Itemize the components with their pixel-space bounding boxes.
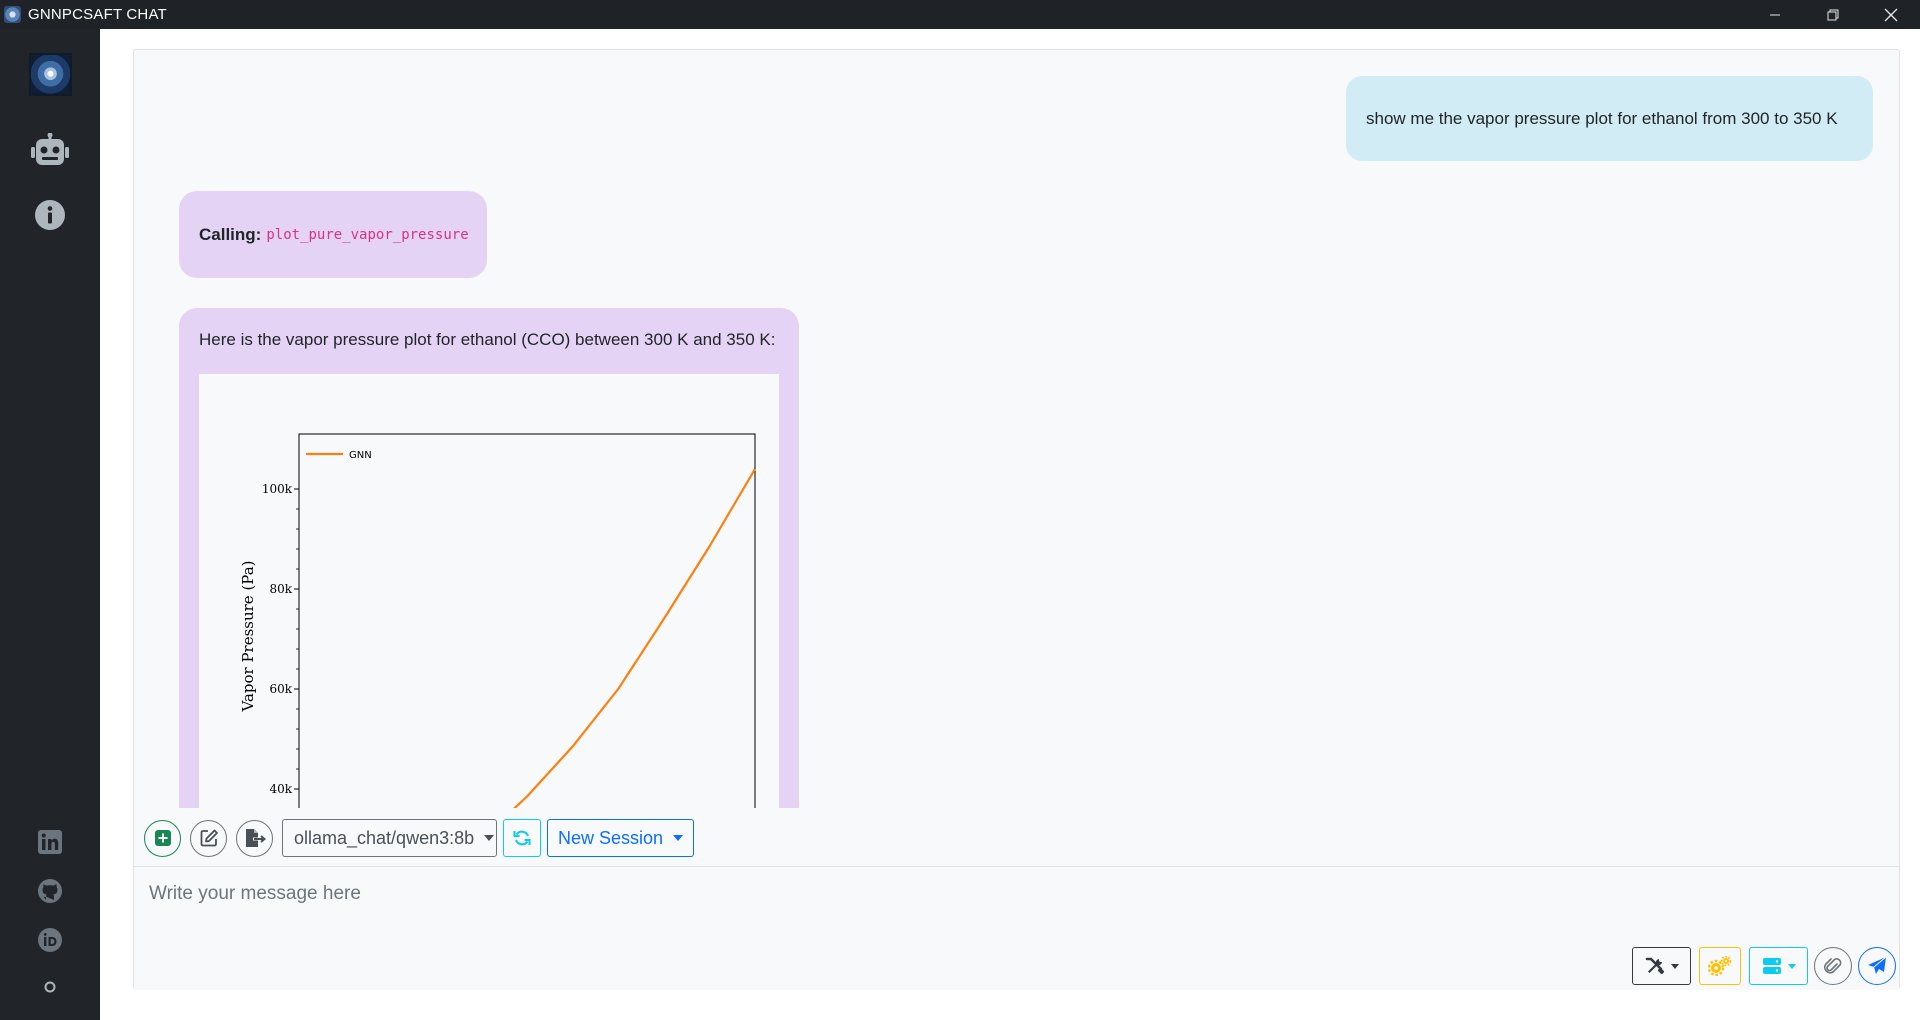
plot-image: 20k40k60k80k100k Vapor Pressure (Pa) GNN bbox=[199, 374, 779, 808]
session-dropdown[interactable]: New Session bbox=[547, 819, 695, 857]
series-line-gnn bbox=[513, 468, 756, 808]
tools-button[interactable] bbox=[1632, 947, 1691, 985]
gears-icon bbox=[1708, 956, 1732, 976]
title-bar: GNNPCSAFT CHAT bbox=[0, 0, 1920, 29]
model-select-value: ollama_chat/qwen3:8b bbox=[294, 827, 475, 848]
legend-label: GNN bbox=[349, 450, 372, 461]
tools-icon bbox=[1645, 957, 1664, 975]
paperclip-icon bbox=[1824, 958, 1842, 974]
user-message-text: show me the vapor pressure plot for etha… bbox=[1366, 108, 1838, 128]
refresh-button[interactable] bbox=[503, 819, 541, 857]
github-icon[interactable] bbox=[0, 878, 100, 904]
linkedin-icon[interactable] bbox=[0, 830, 100, 854]
chevron-down-icon bbox=[484, 835, 495, 841]
y-tick-label: 100k bbox=[262, 482, 293, 496]
info-icon[interactable] bbox=[0, 199, 100, 231]
new-chat-icon bbox=[154, 830, 171, 846]
chevron-down-icon bbox=[1670, 963, 1679, 969]
refresh-icon bbox=[513, 830, 531, 846]
export-icon bbox=[245, 829, 266, 847]
small-circle-icon[interactable] bbox=[0, 981, 100, 993]
robot-icon[interactable] bbox=[0, 133, 100, 167]
server-icon bbox=[1762, 958, 1781, 974]
plot-frame bbox=[298, 433, 756, 808]
sidebar bbox=[0, 29, 100, 1020]
session-dropdown-label: New Session bbox=[558, 827, 664, 848]
window-title: GNNPCSAFT CHAT bbox=[28, 6, 167, 23]
chat-toolbar: ollama_chat/qwen3:8b New Session bbox=[144, 818, 695, 858]
input-actions bbox=[1624, 946, 1896, 986]
tool-call-message: Calling: plot_pure_vapor_pressure bbox=[179, 191, 487, 278]
y-axis-ticks: 20k40k60k80k100k bbox=[262, 482, 299, 796]
minimize-icon[interactable] bbox=[1746, 0, 1804, 29]
server-button[interactable] bbox=[1749, 947, 1808, 985]
send-icon bbox=[1868, 956, 1887, 974]
tool-call-function: plot_pure_vapor_pressure bbox=[266, 226, 469, 243]
edit-icon bbox=[200, 829, 218, 847]
new-chat-button[interactable] bbox=[144, 819, 181, 857]
user-message: show me the vapor pressure plot for etha… bbox=[1346, 76, 1873, 161]
assistant-message: Here is the vapor pressure plot for etha… bbox=[179, 308, 799, 808]
y-tick-label: 40k bbox=[269, 782, 292, 796]
close-icon[interactable] bbox=[1862, 0, 1920, 29]
orcid-icon[interactable] bbox=[0, 927, 100, 953]
vapor-pressure-chart: 20k40k60k80k100k Vapor Pressure (Pa) GNN bbox=[239, 433, 756, 808]
edit-button[interactable] bbox=[190, 819, 227, 857]
y-tick-label: 80k bbox=[269, 582, 292, 596]
restore-icon[interactable] bbox=[1804, 0, 1862, 29]
window-controls bbox=[1746, 0, 1920, 29]
settings-button[interactable] bbox=[1699, 947, 1741, 985]
attach-button[interactable] bbox=[1814, 947, 1852, 985]
chat-panel: show me the vapor pressure plot for etha… bbox=[133, 49, 1900, 991]
export-button[interactable] bbox=[236, 819, 273, 857]
app-logo-icon bbox=[4, 6, 21, 23]
chat-messages: show me the vapor pressure plot for etha… bbox=[134, 50, 1899, 808]
chevron-down-icon bbox=[1787, 963, 1796, 969]
tool-call-label: Calling: bbox=[199, 224, 262, 244]
y-tick-label: 60k bbox=[269, 682, 292, 696]
y-axis-label: Vapor Pressure (Pa) bbox=[239, 560, 257, 712]
model-select[interactable]: ollama_chat/qwen3:8b bbox=[282, 819, 497, 857]
assistant-message-text: Here is the vapor pressure plot for etha… bbox=[199, 330, 776, 349]
send-button[interactable] bbox=[1858, 947, 1896, 985]
chevron-down-icon bbox=[673, 835, 684, 841]
avatar[interactable] bbox=[29, 53, 72, 96]
